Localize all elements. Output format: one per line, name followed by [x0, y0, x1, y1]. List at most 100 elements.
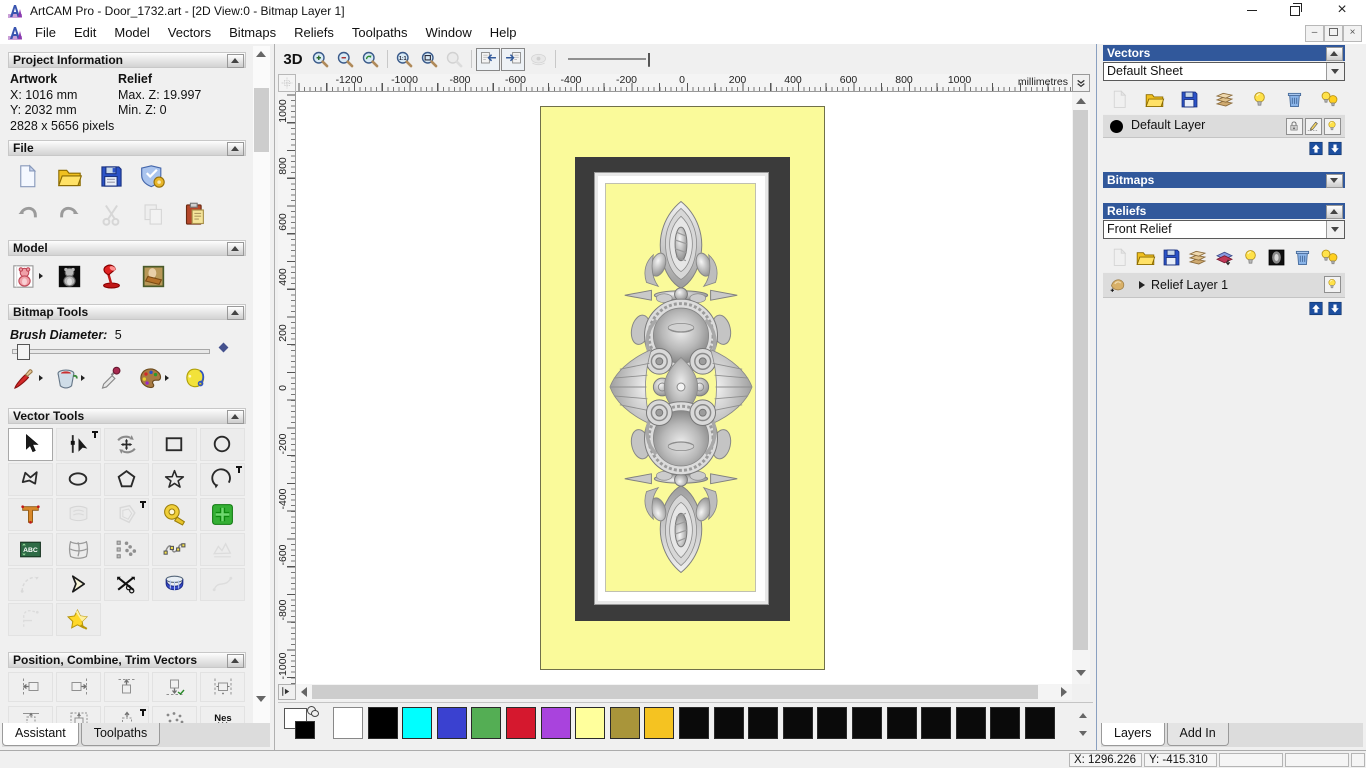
new-layer-button[interactable] [1107, 245, 1131, 269]
paint-brush-button[interactable] [10, 362, 44, 394]
palette-swatch-6[interactable] [541, 707, 571, 739]
brush-slider-thumb[interactable] [17, 344, 30, 360]
model-options-button[interactable] [136, 160, 170, 192]
assistant-scrollbar[interactable] [253, 46, 270, 725]
palette-swatch-8[interactable] [610, 707, 640, 739]
tab-add-in[interactable]: Add In [1167, 723, 1229, 746]
palette-swatch-10[interactable] [679, 707, 709, 739]
drawing-canvas[interactable] [296, 92, 1072, 684]
scroll-down-icon[interactable] [256, 696, 266, 702]
units-dropdown-button[interactable] [1072, 74, 1090, 92]
mdi-minimize-button[interactable]: – [1305, 25, 1324, 42]
open-layer-button[interactable] [1142, 87, 1166, 111]
close-button[interactable]: × [1326, 0, 1358, 22]
relief-dropdown-icon[interactable] [1326, 221, 1344, 238]
trim-vectors-button[interactable] [104, 568, 149, 601]
canvas-vertical-scrollbar[interactable] [1072, 92, 1090, 684]
delete-layer-button[interactable] [1291, 245, 1315, 269]
delete-layer-button[interactable] [1282, 87, 1306, 111]
collapse-position-button[interactable] [227, 654, 244, 668]
tab-toolpaths[interactable]: Toolpaths [81, 723, 161, 746]
move-layer-down-button[interactable] [1327, 301, 1343, 316]
merge-layers-button[interactable] [1186, 245, 1210, 269]
ruler-toggle-button[interactable] [278, 684, 296, 700]
layer-visible-button[interactable] [1324, 118, 1341, 135]
snap-layer-button[interactable] [1305, 118, 1322, 135]
offset-vectors-button[interactable] [104, 498, 149, 531]
paste-button[interactable] [178, 198, 212, 230]
move-layer-up-button[interactable] [1308, 141, 1324, 156]
lock-layer-button[interactable] [1286, 118, 1303, 135]
scroll-left-icon[interactable] [301, 687, 307, 697]
menu-item-edit[interactable]: Edit [65, 22, 105, 43]
all-visible-button[interactable] [1317, 245, 1341, 269]
free-polyline-button[interactable] [200, 568, 245, 601]
relief-select[interactable]: Front Relief [1103, 220, 1345, 239]
collapse-reliefs-button[interactable] [1326, 205, 1343, 219]
select-vectors-button[interactable] [8, 428, 53, 461]
menu-item-vectors[interactable]: Vectors [159, 22, 220, 43]
sheet-select[interactable]: Default Sheet [1103, 62, 1345, 81]
align-bottom-button[interactable] [152, 672, 197, 702]
create-star-button[interactable] [152, 463, 197, 496]
menu-item-reliefs[interactable]: Reliefs [285, 22, 343, 43]
palette-swatch-19[interactable] [990, 707, 1020, 739]
save-layer-button[interactable] [1160, 245, 1184, 269]
toggle-visibility-button[interactable] [1238, 245, 1262, 269]
align-centre-button[interactable] [200, 672, 245, 702]
cut-button[interactable] [94, 198, 128, 230]
create-circle-button[interactable] [200, 428, 245, 461]
palette-swatch-4[interactable] [471, 707, 501, 739]
copy-button[interactable] [136, 198, 170, 230]
brush-diameter-slider[interactable] [12, 349, 210, 354]
save-file-button[interactable] [94, 160, 128, 192]
restore-button[interactable] [1279, 0, 1311, 22]
save-layer-button[interactable] [1177, 87, 1201, 111]
collapse-model-button[interactable] [227, 242, 244, 256]
expand-bitmaps-button[interactable] [1326, 174, 1343, 188]
palette-swatch-17[interactable] [921, 707, 951, 739]
new-model-button[interactable] [10, 160, 44, 192]
scroll-up-icon[interactable] [256, 51, 266, 57]
open-file-button[interactable] [52, 160, 86, 192]
model-sketch-button[interactable] [10, 260, 44, 292]
align-up-button[interactable] [104, 706, 149, 723]
fade-bitmap-button[interactable] [526, 48, 550, 71]
all-visible-button[interactable] [1317, 87, 1341, 111]
palette-swatch-11[interactable] [714, 707, 744, 739]
tab-layers[interactable]: Layers [1101, 723, 1165, 746]
bitmap-layer-prev-button[interactable] [476, 48, 500, 71]
create-text-button[interactable] [8, 498, 53, 531]
palette-swatch-18[interactable] [956, 707, 986, 739]
flyout-arrow-icon[interactable] [81, 375, 85, 381]
tab-assistant[interactable]: Assistant [2, 723, 79, 746]
greyscale-model-button[interactable] [52, 260, 86, 292]
fit-polyline-button[interactable] [152, 533, 197, 566]
scroll-right-icon[interactable] [1061, 687, 1067, 697]
envelope-distort-button[interactable] [56, 533, 101, 566]
collapse-file-button[interactable] [227, 142, 244, 156]
create-polygon-button[interactable] [104, 463, 149, 496]
contrast-slider-handle[interactable] [648, 53, 650, 67]
link-colours-icon[interactable] [307, 706, 316, 715]
palette-swatch-13[interactable] [783, 707, 813, 739]
texture-relief-button[interactable] [136, 260, 170, 292]
menu-item-help[interactable]: Help [481, 22, 526, 43]
bitmap-contrast-slider[interactable] [566, 48, 654, 70]
layer-colour-swatch[interactable] [1110, 120, 1123, 133]
secondary-colour-swatch[interactable] [295, 721, 315, 739]
zoom-object-button[interactable] [442, 48, 466, 71]
expand-relief-layer-icon[interactable] [1139, 281, 1145, 289]
scroll-up-icon[interactable] [1076, 98, 1086, 104]
flyout-arrow-icon[interactable] [165, 375, 169, 381]
move-layer-up-button[interactable] [1308, 301, 1324, 316]
view-3d-button[interactable]: 3D [279, 48, 307, 71]
zoom-out-button[interactable] [333, 48, 357, 71]
align-top-page-button[interactable] [8, 706, 53, 723]
align-left-button[interactable] [8, 672, 53, 702]
relief-layer-row[interactable]: Relief Layer 1 [1103, 272, 1345, 298]
palette-up-icon[interactable] [1079, 713, 1087, 718]
palette-swatch-1[interactable] [368, 707, 398, 739]
menu-item-file[interactable]: File [26, 22, 65, 43]
colour-picker-button[interactable] [94, 362, 128, 394]
